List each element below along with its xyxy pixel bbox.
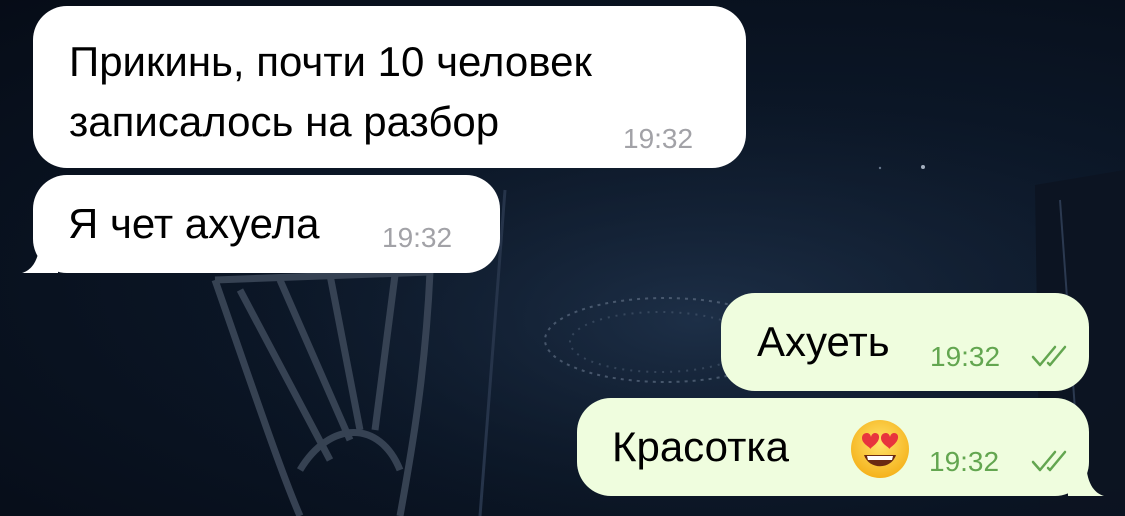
outgoing-message[interactable]: Красотка 19:32 <box>577 398 1089 496</box>
message-text-line: записалось на разбор <box>69 98 500 145</box>
message-time: 19:32 <box>382 222 453 253</box>
message-text: Ахуеть <box>757 318 890 365</box>
double-check-icon <box>1031 345 1067 367</box>
message-text-line: Прикинь, почти 10 человек <box>69 38 592 85</box>
message-time: 19:32 <box>929 446 1000 477</box>
incoming-message[interactable]: Я чет ахуела 19:32 <box>33 175 500 273</box>
message-time: 19:32 <box>930 341 1001 372</box>
heart-eyes-emoji-icon <box>851 420 909 478</box>
message-text: Прикинь, почти 10 человек записалось на … <box>69 32 592 152</box>
message-text: Я чет ахуела <box>68 200 320 247</box>
double-check-icon <box>1031 450 1067 472</box>
incoming-bubble-tail-icon <box>22 236 58 273</box>
message-time: 19:32 <box>623 123 694 154</box>
outgoing-message[interactable]: Ахуеть 19:32 <box>721 293 1089 391</box>
message-text: Красотка <box>612 423 789 470</box>
incoming-message[interactable]: Прикинь, почти 10 человек записалось на … <box>33 6 746 168</box>
outgoing-bubble-tail-icon <box>1068 459 1104 496</box>
